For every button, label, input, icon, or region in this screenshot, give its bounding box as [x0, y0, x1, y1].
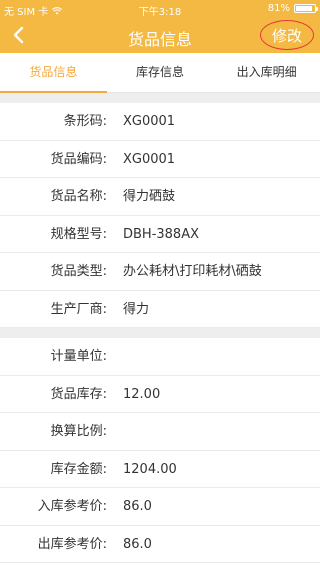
field-label: 生产厂商: [50, 301, 107, 317]
battery-percent: 81% [267, 3, 290, 14]
list-item: 条形码: XG0001 [0, 103, 320, 141]
field-value: 得力 [123, 301, 150, 317]
app-header: 无 SIM 卡 下午3:18 81% 货品信息 修改 [0, 0, 320, 53]
stock-info-list: 计量单位: 货品库存: 12.00 换算比例: 库存金额: 1204.00 入库… [0, 338, 320, 563]
field-label: 条形码: [63, 114, 107, 129]
field-label: 货品编码: [50, 151, 107, 167]
field-value: 1204.00 [123, 461, 177, 477]
status-right: 81% [267, 3, 318, 14]
battery-fill [296, 6, 313, 11]
field-label: 换算比例: [50, 424, 107, 439]
list-item: 生产厂商: 得力 [0, 291, 320, 328]
field-value: 12.00 [123, 386, 161, 402]
field-label: 计量单位: [50, 349, 107, 364]
field-label: 规格型号: [50, 226, 107, 242]
list-item: 货品名称: 得力硒鼓 [0, 178, 320, 216]
section-divider [0, 328, 320, 338]
tab-product-info[interactable]: 货品信息 [0, 53, 107, 93]
list-item: 货品类型: 办公耗材\打印耗材\硒鼓 [0, 253, 320, 291]
field-value: 办公耗材\打印耗材\硒鼓 [123, 264, 262, 279]
basic-info-list: 条形码: XG0001 货品编码: XG0001 货品名称: 得力硒鼓 规格型号… [0, 103, 320, 328]
field-label: 货品名称: [50, 189, 107, 204]
list-item: 换算比例: [0, 413, 320, 451]
field-label: 入库参考价: [37, 499, 107, 514]
field-value: XG0001 [123, 151, 176, 167]
nav-bar: 货品信息 修改 [0, 18, 320, 53]
section-divider [0, 93, 320, 103]
field-value: 86.0 [123, 499, 152, 514]
tab-bar: 货品信息 库存信息 出入库明细 [0, 53, 320, 93]
chevron-left-icon[interactable] [8, 24, 30, 46]
field-label: 货品类型: [50, 264, 107, 279]
list-item: 规格型号: DBH-388AX [0, 216, 320, 253]
field-value: DBH-388AX [123, 226, 200, 242]
battery-icon [294, 4, 318, 13]
edit-button[interactable]: 修改 [260, 20, 314, 50]
field-value: 得力硒鼓 [123, 189, 176, 204]
list-item: 入库参考价: 86.0 [0, 488, 320, 526]
field-value: 86.0 [123, 536, 152, 552]
list-item: 货品库存: 12.00 [0, 376, 320, 413]
list-item: 计量单位: [0, 338, 320, 376]
field-value: XG0001 [123, 114, 176, 129]
list-item: 库存金额: 1204.00 [0, 451, 320, 488]
field-label: 库存金额: [50, 461, 107, 477]
list-item: 出库参考价: 86.0 [0, 526, 320, 563]
status-bar: 无 SIM 卡 下午3:18 81% [0, 0, 320, 18]
field-label: 出库参考价: [37, 536, 107, 552]
tab-inventory-info[interactable]: 库存信息 [107, 53, 214, 92]
list-item: 货品编码: XG0001 [0, 141, 320, 178]
tab-inout-details[interactable]: 出入库明细 [213, 53, 320, 92]
field-label: 货品库存: [50, 386, 107, 402]
